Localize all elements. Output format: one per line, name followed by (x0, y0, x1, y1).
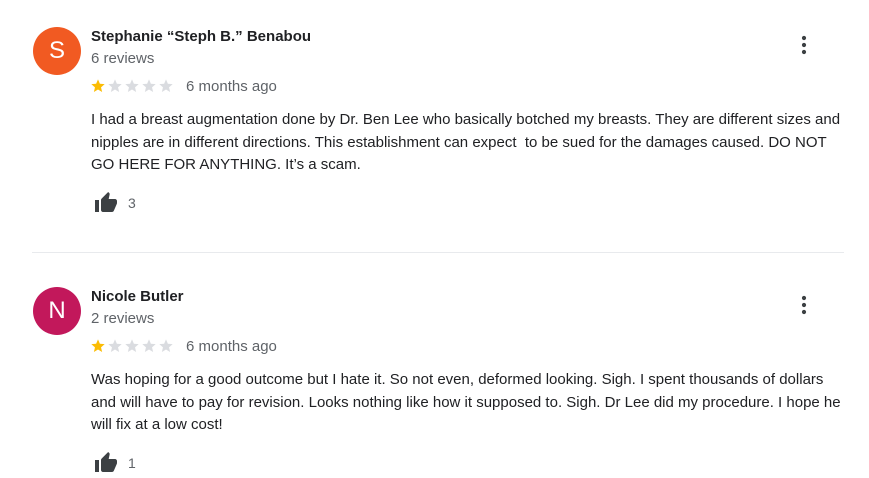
avatar[interactable]: N (33, 287, 81, 335)
reviewer-review-count[interactable]: 6 reviews (91, 50, 154, 67)
star-empty-icon (159, 79, 173, 92)
avatar-letter: S (48, 37, 65, 64)
star-rating (90, 78, 174, 94)
star-filled-icon (91, 79, 105, 92)
avatar[interactable]: S (33, 27, 81, 75)
review-text: Was hoping for a good outcome but I hate… (91, 371, 845, 433)
reviewer-review-count[interactable]: 2 reviews (91, 310, 154, 327)
reviews-list: S Stephanie “Steph B.” Benabou 6 reviews… (0, 0, 869, 478)
star-rating (90, 338, 174, 354)
star-filled-icon (91, 339, 105, 352)
star-empty-icon (159, 339, 173, 352)
star-empty-icon (125, 79, 139, 92)
like-count: 1 (128, 455, 136, 471)
avatar-letter: N (48, 297, 66, 324)
like-button[interactable]: 1 (92, 450, 136, 476)
star-empty-icon (142, 79, 156, 92)
more-options-button[interactable] (794, 295, 814, 320)
reviewer-name[interactable]: Nicole Butler (91, 288, 184, 305)
reviewer-name[interactable]: Stephanie “Steph B.” Benabou (91, 28, 311, 45)
review-date: 6 months ago (186, 78, 277, 95)
review-card: N Nicole Butler 2 reviews 6 months ago W… (0, 260, 869, 478)
more-vert-icon (801, 295, 807, 320)
thumbs-up-icon (92, 191, 120, 215)
more-vert-icon (801, 35, 807, 60)
thumbs-up-icon (92, 451, 120, 475)
star-empty-icon (142, 339, 156, 352)
star-empty-icon (108, 79, 122, 92)
review-text: I had a breast augmentation done by Dr. … (91, 111, 845, 173)
more-options-button[interactable] (794, 35, 814, 60)
star-empty-icon (125, 339, 139, 352)
like-count: 3 (128, 195, 136, 211)
star-empty-icon (108, 339, 122, 352)
divider (32, 252, 844, 253)
review-date: 6 months ago (186, 338, 277, 355)
like-button[interactable]: 3 (92, 190, 136, 216)
review-card: S Stephanie “Steph B.” Benabou 6 reviews… (0, 0, 869, 252)
